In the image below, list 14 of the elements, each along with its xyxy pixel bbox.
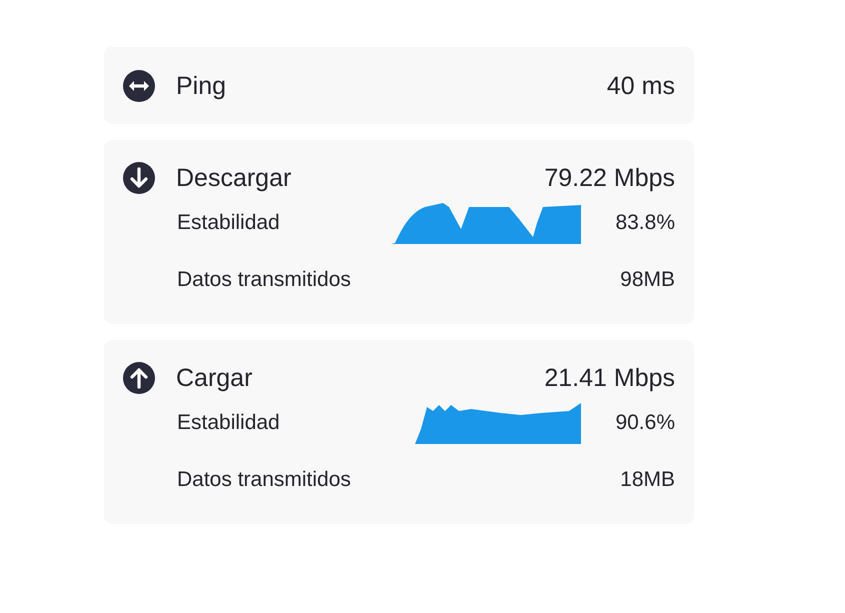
data-value: 98MB <box>619 268 675 292</box>
stability-value: 83.8% <box>614 210 675 234</box>
stability-label: Estabilidad <box>177 210 281 234</box>
card-title: Descargar <box>176 164 292 192</box>
stability-label: Estabilidad <box>177 410 281 434</box>
data-value: 18MB <box>619 468 675 492</box>
data-label: Datos transmitidos <box>177 468 352 492</box>
speed-value: 79.22 Mbps <box>544 164 675 192</box>
speed-value: 40 ms <box>606 72 675 100</box>
data-label: Datos transmitidos <box>177 268 352 292</box>
speed-value: 21.41 Mbps <box>544 364 675 392</box>
stability-value: 90.6% <box>614 410 675 434</box>
card-title: Ping <box>176 72 228 100</box>
card-title: Cargar <box>176 364 254 392</box>
